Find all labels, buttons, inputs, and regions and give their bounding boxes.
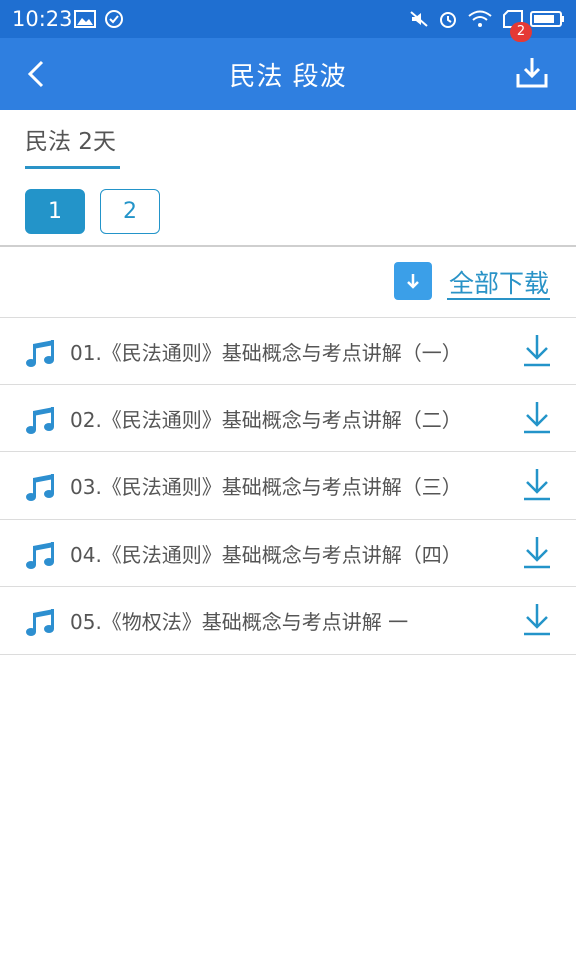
- check-circle-icon: [105, 10, 123, 28]
- divider: [0, 654, 576, 655]
- app-bar: 民法 段波: [0, 38, 576, 110]
- download-icon[interactable]: [520, 332, 554, 370]
- wifi-icon: [468, 10, 492, 27]
- item-title: 04.《民法通则》基础概念与考点讲解（四）: [70, 543, 462, 567]
- page-button-2[interactable]: 2: [100, 189, 160, 234]
- download-all-button[interactable]: 全部下载: [449, 264, 549, 300]
- download-icon[interactable]: [520, 466, 554, 504]
- tab-indicator: [25, 166, 120, 169]
- download-icon[interactable]: [520, 534, 554, 572]
- list-item[interactable]: 02.《民法通则》基础概念与考点讲解（二）: [0, 385, 576, 451]
- item-title: 01.《民法通则》基础概念与考点讲解（一）: [70, 341, 462, 365]
- item-title: 02.《民法通则》基础概念与考点讲解（二）: [70, 408, 462, 432]
- download-all-icon-button[interactable]: [394, 262, 432, 300]
- download-count-badge: 2: [510, 22, 532, 42]
- music-note-icon: [26, 542, 54, 569]
- download-arrow-icon: [407, 274, 419, 289]
- download-manager-button[interactable]: [508, 54, 554, 94]
- download-all-underline: [447, 298, 550, 300]
- image-icon: [74, 10, 96, 28]
- status-bar: 10:23: [0, 0, 576, 38]
- music-note-icon: [26, 474, 54, 501]
- divider: [0, 245, 576, 247]
- music-note-icon: [26, 407, 54, 434]
- page-title: 民法 段波: [229, 62, 347, 92]
- tab-course[interactable]: 民法 2天: [25, 122, 116, 156]
- alarm-icon: [440, 12, 456, 28]
- music-note-icon: [26, 609, 54, 636]
- status-time: 10:23: [12, 7, 73, 31]
- item-title: 03.《民法通则》基础概念与考点讲解（三）: [70, 475, 462, 499]
- music-note-icon: [26, 340, 54, 367]
- download-icon[interactable]: [520, 399, 554, 437]
- list-item[interactable]: 05.《物权法》基础概念与考点讲解 一: [0, 587, 576, 653]
- download-icon[interactable]: [520, 601, 554, 639]
- mute-icon: [410, 11, 428, 27]
- list-item[interactable]: 01.《民法通则》基础概念与考点讲解（一）: [0, 318, 576, 384]
- list-item[interactable]: 03.《民法通则》基础概念与考点讲解（三）: [0, 452, 576, 518]
- page-button-1[interactable]: 1: [25, 189, 85, 234]
- item-title: 05.《物权法》基础概念与考点讲解 一: [70, 610, 409, 634]
- battery-icon: [530, 11, 564, 27]
- list-item[interactable]: 04.《民法通则》基础概念与考点讲解（四）: [0, 520, 576, 586]
